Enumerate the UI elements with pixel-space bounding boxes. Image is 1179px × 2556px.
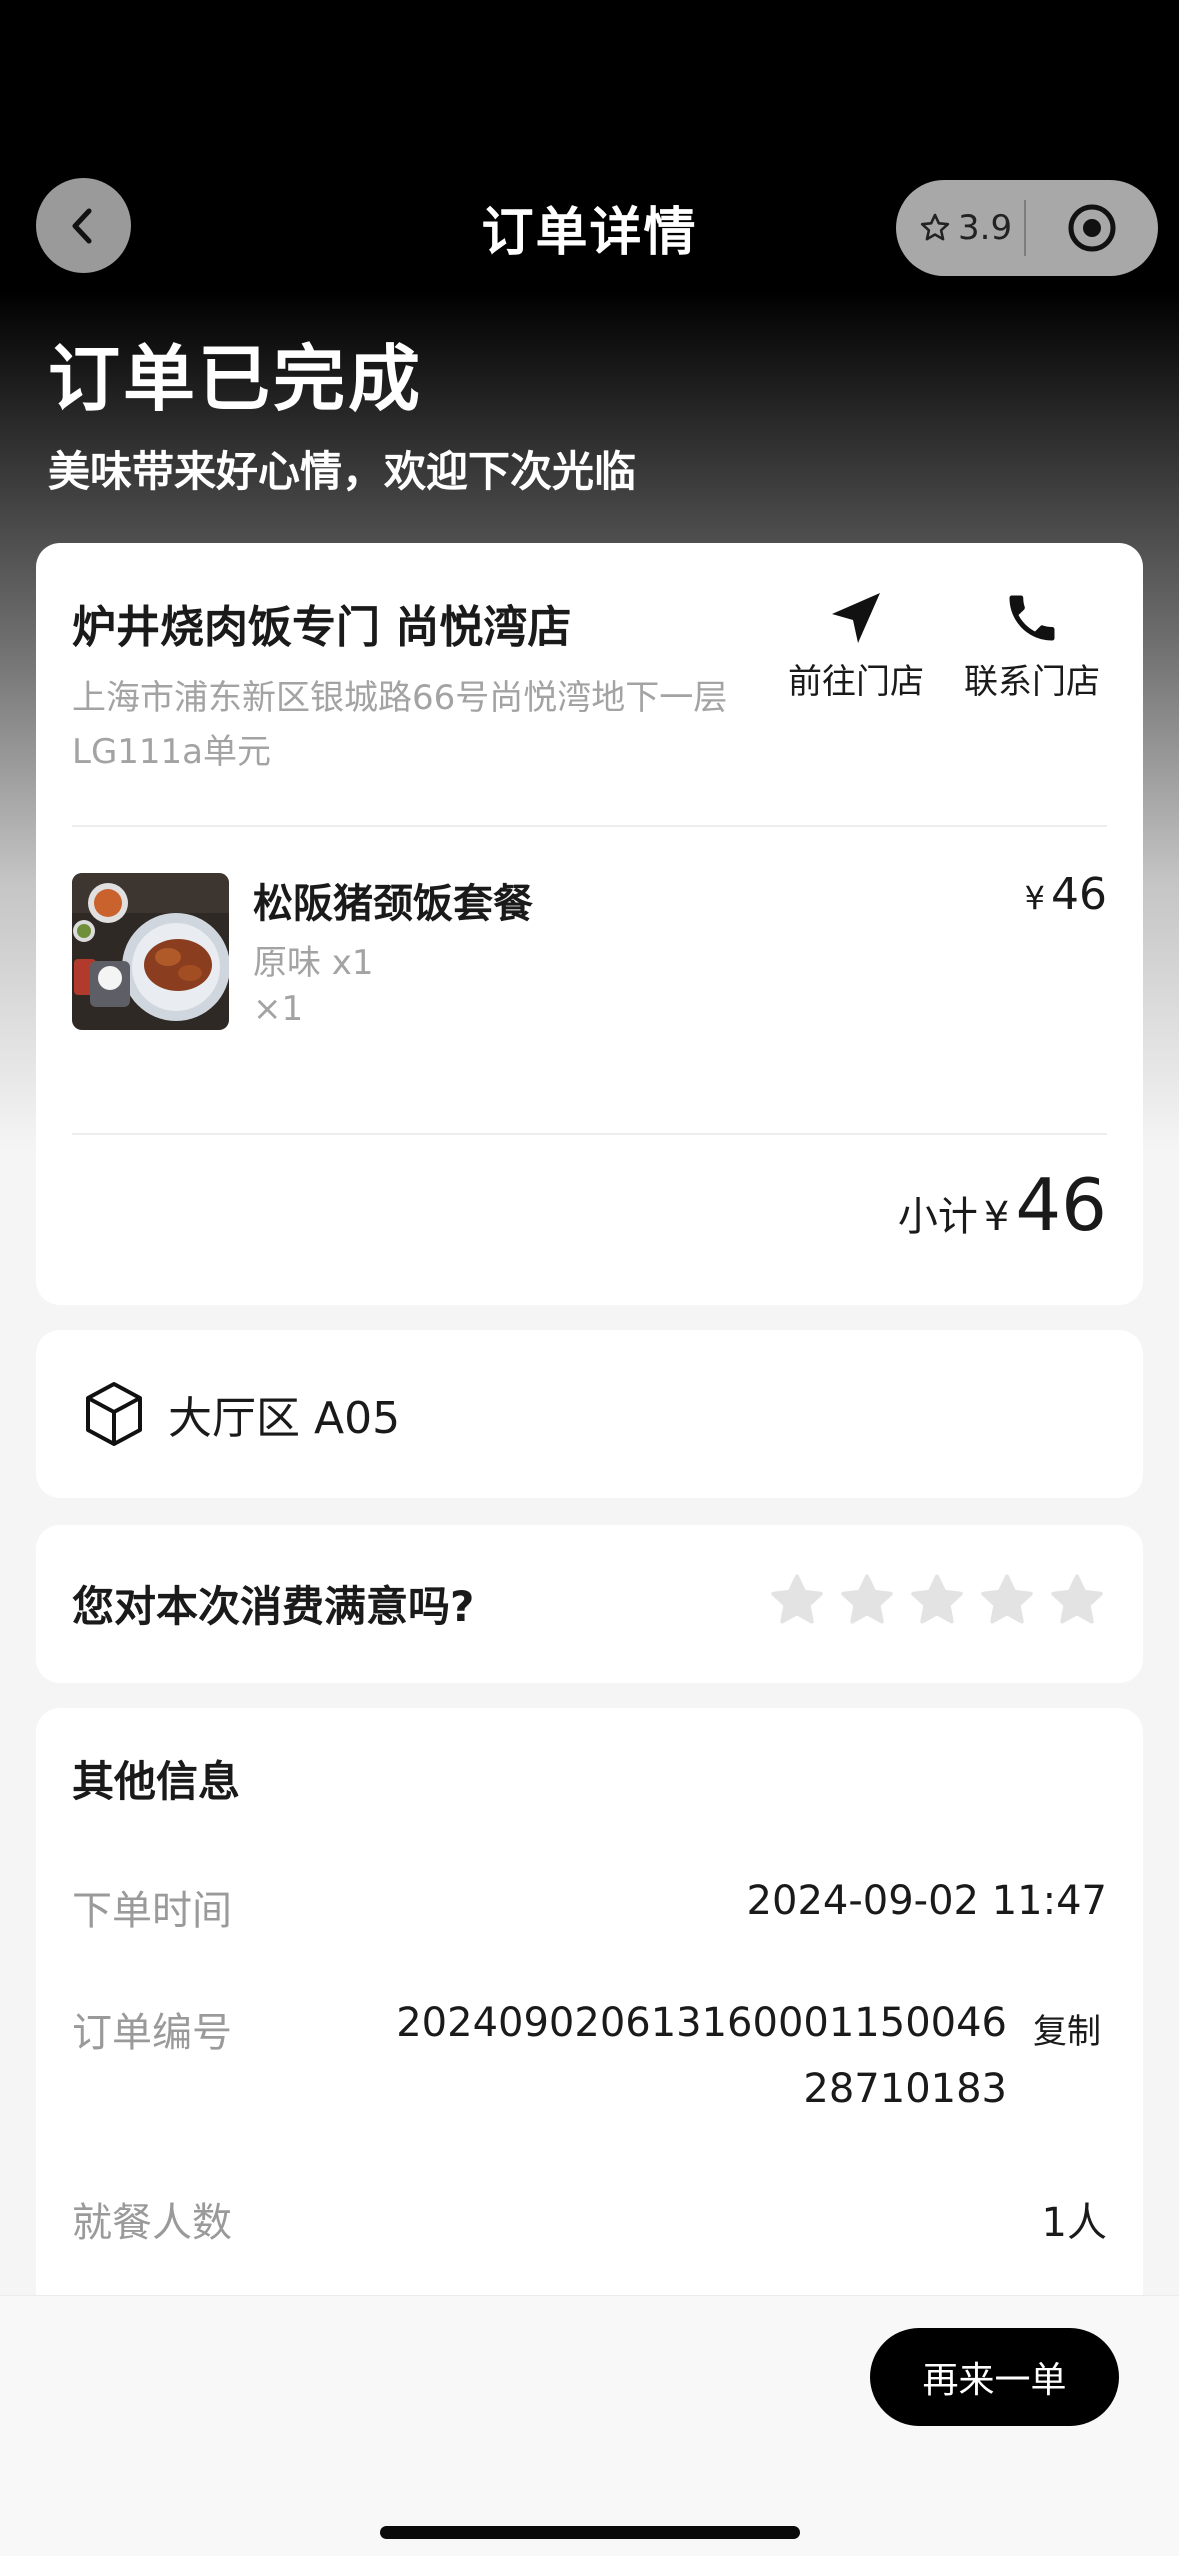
dish-price: ¥46: [1025, 869, 1107, 920]
mini-program-capsule: 3.9: [896, 180, 1158, 276]
nav-bar: 订单详情 3.9: [0, 170, 1179, 280]
home-indicator[interactable]: [380, 2526, 800, 2539]
dish-image: [72, 873, 229, 1030]
divider: [72, 825, 1107, 827]
table-label: 大厅区 A05: [168, 1393, 401, 1444]
other-info-title: 其他信息: [72, 1757, 241, 1806]
rating-card: 您对本次消费满意吗?: [36, 1525, 1143, 1683]
table-info-card: 大厅区 A05: [36, 1330, 1143, 1498]
store-rating-button[interactable]: 3.9: [896, 180, 1024, 276]
order-status-subtitle: 美味带来好心情，欢迎下次光临: [48, 447, 637, 496]
dish-quantity: ×1: [253, 989, 304, 1029]
currency-symbol: ¥: [1024, 879, 1045, 917]
target-icon: [1068, 204, 1116, 252]
order-number-label: 订单编号: [72, 2010, 232, 2056]
order-status-title: 订单已完成: [48, 337, 424, 421]
other-info-card: 其他信息 下单时间 2024-09-02 11:47 订单编号 20240902…: [36, 1708, 1143, 2328]
diners-label: 就餐人数: [72, 2200, 232, 2246]
dish-spec: 原味 x1: [253, 943, 374, 983]
copy-order-number-button[interactable]: 复制: [1033, 2004, 1101, 2053]
bottom-action-bar: 再来一单: [0, 2295, 1179, 2556]
star-icon[interactable]: [837, 1571, 897, 1631]
reorder-button[interactable]: 再来一单: [870, 2328, 1119, 2426]
store-address: 上海市浦东新区银城路66号尚悦湾地下一层LG111a单元: [72, 678, 728, 772]
subtotal-amount: 46: [1015, 1163, 1107, 1247]
phone-icon: [1009, 595, 1055, 641]
order-time-label: 下单时间: [72, 1888, 232, 1934]
divider: [72, 1133, 1107, 1135]
dish-name: 松阪猪颈饭套餐: [253, 881, 533, 927]
rating-value: 3.9: [958, 208, 1013, 248]
subtotal-currency: ¥: [983, 1194, 1010, 1240]
subtotal: 小计 ¥ 46: [898, 1163, 1107, 1247]
order-number-line2: 28710183: [803, 2066, 1007, 2112]
star-icon[interactable]: [907, 1571, 967, 1631]
call-store-button[interactable]: 联系门店: [964, 588, 1100, 703]
box-icon: [86, 1382, 142, 1446]
rating-stars: [767, 1571, 1107, 1631]
rating-question: 您对本次消费满意吗?: [72, 1582, 475, 1631]
order-time-value: 2024-09-02 11:47: [746, 1878, 1107, 1924]
navigation-arrow-icon: [832, 593, 880, 643]
close-mini-program-button[interactable]: [1026, 180, 1158, 276]
order-number-line1: 202409020613160001150046: [396, 2000, 1007, 2046]
star-icon[interactable]: [1047, 1571, 1107, 1631]
star-icon[interactable]: [767, 1571, 827, 1631]
call-label: 联系门店: [964, 662, 1100, 702]
navigate-label: 前往门店: [788, 662, 924, 702]
diners-value: 1人: [1041, 2200, 1107, 2246]
navigate-to-store-button[interactable]: 前往门店: [788, 588, 924, 703]
subtotal-label: 小计: [897, 1194, 978, 1240]
dish-photo: [72, 873, 229, 1030]
order-store-card: 炉井烧肉饭专门 尚悦湾店 上海市浦东新区银城路66号尚悦湾地下一层LG111a单…: [36, 543, 1143, 1305]
star-icon[interactable]: [977, 1571, 1037, 1631]
star-outline-icon: [920, 213, 950, 241]
dish-price-value: 46: [1051, 869, 1107, 920]
store-name: 炉井烧肉饭专门 尚悦湾店: [72, 602, 572, 653]
